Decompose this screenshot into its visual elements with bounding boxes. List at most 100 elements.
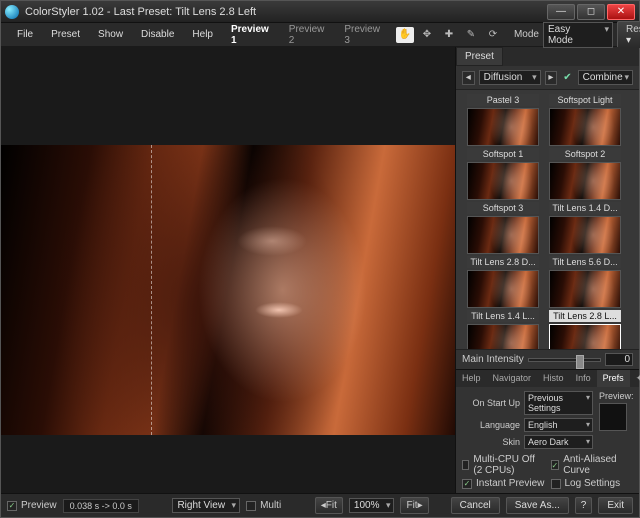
- eyedropper-icon[interactable]: ✎: [462, 27, 480, 43]
- menu-disable[interactable]: Disable: [133, 26, 182, 43]
- canvas-area: [1, 47, 455, 493]
- preset-tab[interactable]: Preset: [456, 47, 503, 66]
- minimize-button[interactable]: —: [547, 4, 575, 20]
- preview-canvas[interactable]: [1, 47, 455, 493]
- menu-file[interactable]: File: [9, 26, 41, 43]
- preset-thumbnails: Pastel 3 Softspot Light Softspot 1 Softspot…: [456, 90, 639, 349]
- toolbar: ✋ ✥ ✚ ✎ ⟳: [396, 27, 502, 43]
- reset-button[interactable]: Reset ▾: [617, 21, 640, 49]
- preset-thumb-image: [467, 108, 539, 146]
- preset-thumb[interactable]: Tilt Lens 2.8 D...: [466, 256, 540, 308]
- preset-thumb-image: [467, 324, 539, 349]
- preset-thumb-image: [549, 216, 621, 254]
- tab-more[interactable]: ✦: [630, 370, 640, 387]
- preview-tabs: Preview 1 Preview 2 Preview 3: [225, 21, 386, 49]
- tab-info[interactable]: Info: [570, 370, 597, 387]
- timing-readout: 0.038 s -> 0.0 s: [63, 499, 139, 513]
- multi-checkbox[interactable]: [246, 501, 256, 511]
- preset-thumb[interactable]: Pastel 3: [466, 94, 540, 146]
- next-category-button[interactable]: ▸: [545, 71, 558, 85]
- preset-thumb[interactable]: Tilt Lens 5.6 D...: [548, 256, 622, 308]
- intensity-label: Main Intensity: [462, 354, 524, 365]
- startup-select[interactable]: Previous Settings: [524, 391, 593, 415]
- statusbar: ✓Preview 0.038 s -> 0.0 s Right View Mul…: [1, 493, 639, 517]
- preset-thumb-image: [549, 270, 621, 308]
- preset-thumb-image: [467, 162, 539, 200]
- tab-navigator[interactable]: Navigator: [487, 370, 538, 387]
- preset-thumb[interactable]: Tilt Lens 1.4 L...: [466, 310, 540, 349]
- rotate-icon[interactable]: ⟳: [484, 27, 502, 43]
- preset-thumb[interactable]: Tilt Lens 1.4 D...: [548, 202, 622, 254]
- crop-tool-icon[interactable]: ✚: [440, 27, 458, 43]
- check-icon: ✔: [563, 72, 571, 83]
- right-panel: Preset ◂ Diffusion ▸ ✔ Combine Pastel 3 S…: [455, 47, 639, 493]
- preset-thumb[interactable]: Softspot Light: [548, 94, 622, 146]
- intensity-slider[interactable]: [528, 358, 601, 362]
- tab-preview1[interactable]: Preview 1: [225, 21, 275, 49]
- startup-label: On Start Up: [462, 398, 520, 408]
- maximize-button[interactable]: ◻: [577, 4, 605, 20]
- close-button[interactable]: ✕: [607, 4, 635, 20]
- tab-prefs[interactable]: Prefs: [597, 370, 630, 387]
- view-select[interactable]: Right View: [172, 498, 240, 513]
- tab-help[interactable]: Help: [456, 370, 487, 387]
- tab-histo[interactable]: Histo: [537, 370, 570, 387]
- category-select[interactable]: Diffusion: [479, 70, 541, 85]
- instant-checkbox[interactable]: ✓: [462, 479, 472, 489]
- prev-category-button[interactable]: ◂: [462, 71, 475, 85]
- app-window: ColorStyler 1.02 - Last Preset: Tilt Len…: [0, 0, 640, 518]
- preset-thumb-image: [467, 270, 539, 308]
- zoom-select[interactable]: 100%: [349, 498, 395, 513]
- multicpu-checkbox[interactable]: [462, 460, 469, 470]
- hand-tool-icon[interactable]: ✋: [396, 27, 414, 43]
- preview-swatch-label: Preview:: [599, 391, 633, 401]
- move-tool-icon[interactable]: ✥: [418, 27, 436, 43]
- skin-select[interactable]: Aero Dark: [524, 435, 593, 449]
- preset-thumb-label: Tilt Lens 2.8 D...: [467, 256, 539, 268]
- cancel-button[interactable]: Cancel: [451, 497, 500, 514]
- preset-thumb-label: Tilt Lens 2.8 L...: [549, 310, 621, 322]
- menubar: File Preset Show Disable Help Preview 1 …: [1, 23, 639, 47]
- aa-checkbox[interactable]: ✓: [551, 460, 560, 470]
- preset-thumb-label: Tilt Lens 1.4 D...: [549, 202, 621, 214]
- preview-checkbox[interactable]: ✓: [7, 501, 17, 511]
- fit-button-left[interactable]: ◂Fit: [315, 497, 343, 514]
- prefs-panel: On Start Up Previous Settings Language E…: [456, 387, 639, 493]
- preview-swatch[interactable]: [599, 403, 627, 431]
- menu-show[interactable]: Show: [90, 26, 131, 43]
- saveas-button[interactable]: Save As...: [506, 497, 569, 514]
- menu-preset[interactable]: Preset: [43, 26, 88, 43]
- preset-thumb-image: [467, 216, 539, 254]
- preset-thumb[interactable]: Softspot 3: [466, 202, 540, 254]
- preset-thumb-label: Tilt Lens 1.4 L...: [467, 310, 539, 322]
- exit-button[interactable]: Exit: [598, 497, 633, 514]
- menu-help[interactable]: Help: [184, 26, 221, 43]
- preset-thumb-label: Softspot 1: [467, 148, 539, 160]
- skin-label: Skin: [462, 437, 520, 447]
- fit-button-right[interactable]: Fit▸: [400, 497, 428, 514]
- window-title: ColorStyler 1.02 - Last Preset: Tilt Len…: [25, 6, 547, 18]
- language-label: Language: [462, 420, 520, 430]
- preset-thumb-label: Pastel 3: [467, 94, 539, 106]
- language-select[interactable]: English: [524, 418, 593, 432]
- tab-preview3[interactable]: Preview 3: [338, 21, 386, 49]
- preview-label: Preview: [21, 500, 57, 511]
- preset-thumb-image: [549, 324, 621, 349]
- preset-thumb[interactable]: Softspot 1: [466, 148, 540, 200]
- preset-thumb-image: [549, 108, 621, 146]
- preset-thumb-label: Softspot 3: [467, 202, 539, 214]
- preset-thumb-label: Tilt Lens 5.6 D...: [549, 256, 621, 268]
- preset-thumb-image: [549, 162, 621, 200]
- preset-thumb[interactable]: Softspot 2: [548, 148, 622, 200]
- log-checkbox[interactable]: [551, 479, 561, 489]
- combine-select[interactable]: Combine: [578, 70, 633, 85]
- mode-label: Mode: [514, 29, 539, 40]
- preset-thumb-label: Softspot 2: [549, 148, 621, 160]
- app-icon: [5, 5, 19, 19]
- intensity-value[interactable]: 0: [605, 353, 633, 366]
- preset-thumb[interactable]: Tilt Lens 2.8 L...: [548, 310, 622, 349]
- mode-select[interactable]: Easy Mode: [543, 22, 613, 48]
- help-button[interactable]: ?: [575, 497, 593, 514]
- tab-preview2[interactable]: Preview 2: [283, 21, 331, 49]
- preview-image: [1, 145, 455, 435]
